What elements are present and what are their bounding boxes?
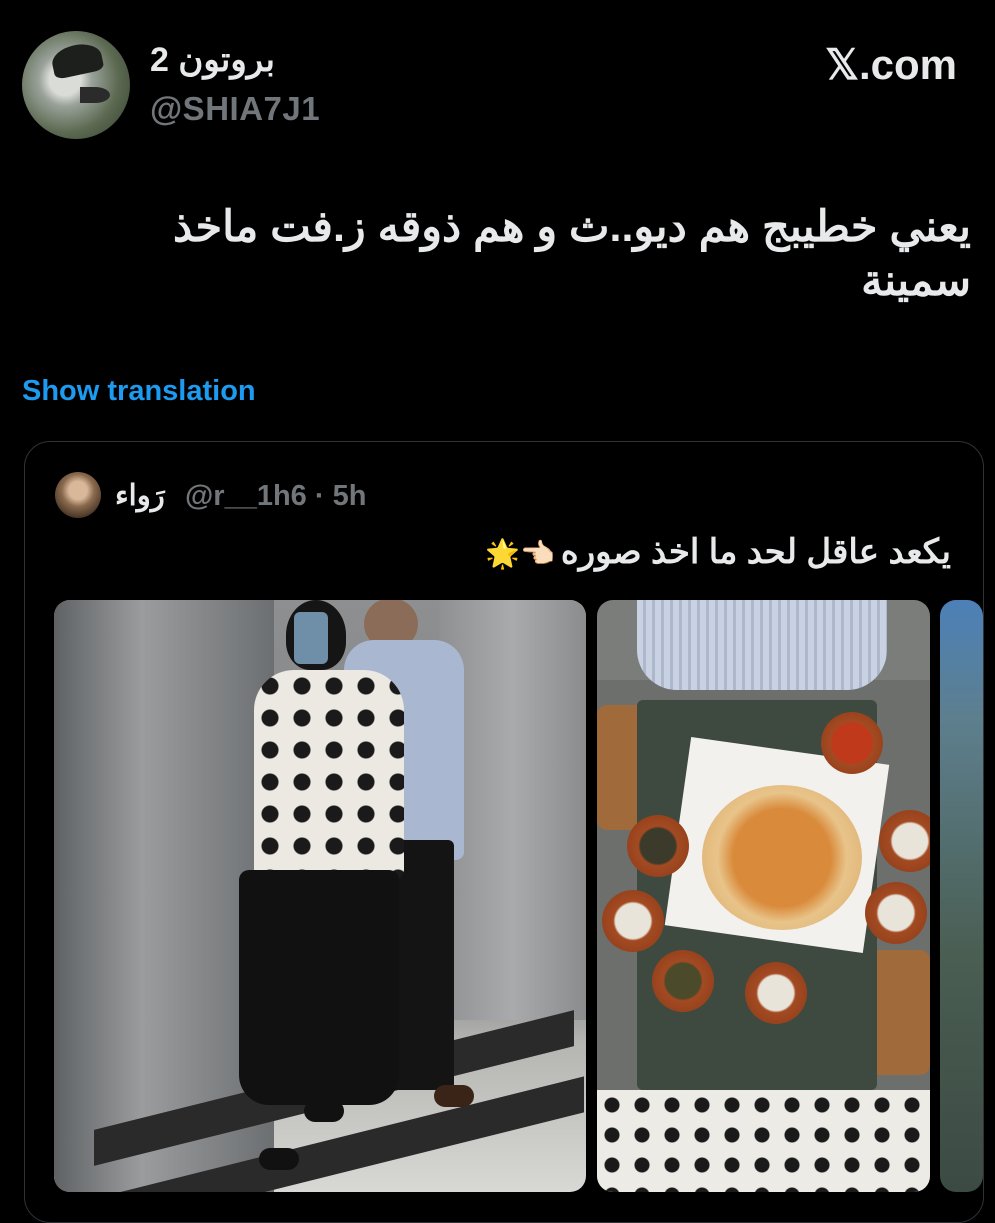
avatar-bird-beak (80, 87, 110, 103)
quoted-author-avatar[interactable] (55, 472, 101, 518)
quoted-author-name[interactable]: رَواء (115, 478, 165, 513)
media-photo-third-partial[interactable] (940, 600, 983, 1192)
quoted-tweet-body: يكعد عاقل لحد ما اخذ صوره (560, 533, 951, 571)
bowl-dip (865, 882, 927, 944)
polka-dot-fabric (597, 1090, 930, 1192)
striped-shirt (637, 600, 887, 690)
bowl-sauce (821, 712, 883, 774)
pizza (702, 785, 862, 930)
pointing-star-emoji-icon: 👈🏻🌟 (485, 538, 555, 569)
author-handle[interactable]: @SHIA7J1 (150, 90, 320, 128)
bowl-olives (627, 815, 689, 877)
woman-figure-skirt (239, 870, 399, 1105)
tweet-text: يعني خطيبج هم ديو..ث و هم ذوقه ز.فت ماخذ… (172, 203, 971, 305)
shoe (259, 1148, 299, 1170)
media-photo-table-food[interactable] (597, 600, 930, 1192)
shoe (434, 1085, 474, 1107)
phone (294, 612, 328, 664)
show-translation-link[interactable]: Show translation (22, 375, 256, 408)
media-photo-elevator-selfie[interactable] (54, 600, 586, 1192)
quoted-author-handle-time[interactable]: @r__1h6 · 5h (185, 480, 366, 513)
x-logo-wordmark: 𝕏.com (825, 41, 957, 88)
author-display-name[interactable]: بروتون 2 (150, 40, 275, 80)
quoted-tweet-card[interactable]: رَواء @r__1h6 · 5h يكعد عاقل لحد ما اخذ … (24, 441, 984, 1223)
woman-figure-blouse (254, 670, 404, 880)
shoe (304, 1100, 344, 1122)
bowl-dolma (652, 950, 714, 1012)
bowl-white-cheese (745, 962, 807, 1024)
bowl-cheese (602, 890, 664, 952)
tweet-author-avatar[interactable] (22, 31, 130, 139)
quoted-tweet-text: يكعد عاقل لحد ما اخذ صوره👈🏻🌟 (485, 532, 951, 572)
avatar-bird-crest (49, 40, 105, 80)
